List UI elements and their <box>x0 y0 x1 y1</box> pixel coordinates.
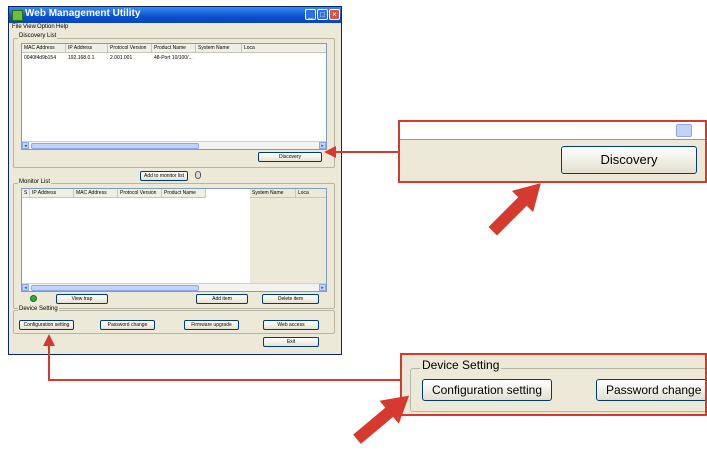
annotation-overlay <box>43 146 541 444</box>
connector-line <box>48 344 400 381</box>
pointer-arrow <box>488 183 541 236</box>
pointer-arrow <box>353 395 410 444</box>
arrowhead <box>43 334 55 346</box>
arrowhead <box>324 146 336 158</box>
